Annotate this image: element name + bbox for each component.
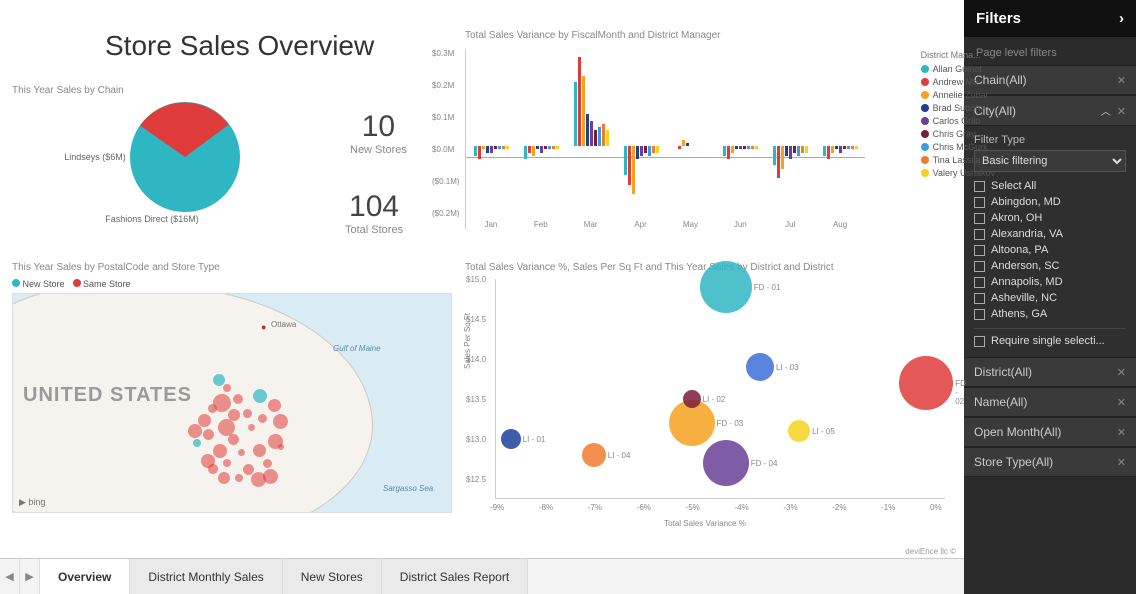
legend-item[interactable]: Andrew Ma	[921, 77, 995, 87]
bar-title: Total Sales Variance by FiscalMonth and …	[465, 30, 935, 41]
bubble-LI-02[interactable]	[683, 390, 701, 408]
legend-item[interactable]: Allan Guinot	[921, 64, 995, 74]
scatter-plot-area: $15.0$14.5$14.0$13.5$13.0$12.5-9%-8%-7%-…	[495, 279, 945, 499]
map-card[interactable]: This Year Sales by PostalCode and Store …	[12, 262, 452, 513]
filter-type-label: Filter Type	[974, 134, 1126, 146]
checkbox[interactable]	[974, 181, 985, 192]
map-water-label: Sargasso Sea	[383, 484, 433, 493]
city-option[interactable]: Anderson, SC	[974, 258, 1126, 274]
legend-title: District Mana...	[921, 50, 995, 60]
pie-svg	[130, 102, 240, 212]
city-option[interactable]: Athens, GA	[974, 306, 1126, 322]
scatter-xlabel: Total Sales Variance %	[465, 519, 945, 528]
clear-icon[interactable]: ✕	[1117, 456, 1126, 469]
city-option[interactable]: Alexandria, VA	[974, 226, 1126, 242]
report-tabs: ◀ ▶ Overview District Monthly Sales New …	[0, 558, 964, 594]
kpi-value: 104	[345, 190, 403, 224]
tab-district-report[interactable]: District Sales Report	[382, 559, 528, 594]
checkbox[interactable]	[974, 197, 985, 208]
kpi-label: Total Stores	[345, 224, 403, 236]
tab-new-stores[interactable]: New Stores	[283, 559, 382, 594]
checkbox[interactable]	[974, 277, 985, 288]
map-attribution: bing	[28, 497, 45, 507]
bubble-FD-04[interactable]	[703, 440, 749, 486]
filter-district[interactable]: District(All) ✕	[964, 357, 1136, 387]
clear-icon[interactable]: ✕	[1117, 366, 1126, 379]
filter-store-type[interactable]: Store Type(All) ✕	[964, 447, 1136, 477]
map-legend: New Store Same Store	[12, 279, 452, 289]
scatter-card[interactable]: Total Sales Variance %, Sales Per Sq Ft …	[465, 262, 945, 528]
city-option[interactable]: Altoona, PA	[974, 242, 1126, 258]
bubble-FD-01[interactable]	[700, 261, 752, 313]
kpi-label: New Stores	[350, 144, 407, 156]
legend-item[interactable]: Chris Gray	[921, 129, 995, 139]
legend-item[interactable]: Tina Lassila	[921, 155, 995, 165]
tab-district-monthly[interactable]: District Monthly Sales	[130, 559, 282, 594]
filter-label: Open Month(All)	[974, 425, 1061, 439]
kpi-new-stores: 10 New Stores	[350, 110, 407, 156]
checkbox[interactable]	[974, 336, 985, 347]
bar-legend: District Mana... Allan Guinot Andrew Ma An…	[921, 50, 995, 181]
clear-icon[interactable]: ✕	[1117, 74, 1126, 87]
checkbox[interactable]	[974, 309, 985, 320]
kpi-value: 10	[350, 110, 407, 144]
filters-title: Filters	[976, 10, 1021, 27]
filter-open-month[interactable]: Open Month(All) ✕	[964, 417, 1136, 447]
legend-item[interactable]: Annelie Zubar	[921, 90, 995, 100]
map-water-label: Gulf of Maine	[333, 344, 381, 353]
checkbox[interactable]	[974, 213, 985, 224]
map-country-label: UNITED STATES	[23, 384, 192, 407]
checkbox[interactable]	[974, 293, 985, 304]
footer-credit: deviEnce llc ©	[905, 547, 956, 556]
city-option[interactable]: Abingdon, MD	[974, 194, 1126, 210]
city-option[interactable]: Annapolis, MD	[974, 274, 1126, 290]
bar-chart-card[interactable]: Total Sales Variance by FiscalMonth and …	[465, 30, 935, 229]
filter-label: District(All)	[974, 365, 1032, 379]
filter-name[interactable]: Name(All) ✕	[964, 387, 1136, 417]
legend-item[interactable]: Carlos Grilo	[921, 116, 995, 126]
map-city-label: Ottawa	[271, 320, 296, 329]
legend-item[interactable]: Chris McGurk	[921, 142, 995, 152]
kpi-total-stores: 104 Total Stores	[345, 190, 403, 236]
clear-icon[interactable]: ✕	[1117, 426, 1126, 439]
bubble-LI-04[interactable]	[582, 443, 606, 467]
clear-icon[interactable]: ✕	[1117, 396, 1126, 409]
tab-prev[interactable]: ◀	[0, 559, 20, 594]
bubble-LI-03[interactable]	[746, 353, 774, 381]
map-area[interactable]: ● Ottawa UNITED STATES Gulf of Maine Sar…	[12, 293, 452, 513]
city-option[interactable]: Asheville, NC	[974, 290, 1126, 306]
pie-slice-label: Lindseys ($6M)	[64, 152, 126, 162]
checkbox[interactable]	[974, 245, 985, 256]
pie-slice-label: Fashions Direct ($16M)	[12, 214, 292, 224]
require-single-label: Require single selecti...	[991, 335, 1105, 347]
page-title: Store Sales Overview	[105, 30, 374, 62]
pie-title: This Year Sales by Chain	[12, 85, 292, 96]
filter-label: Store Type(All)	[974, 455, 1053, 469]
checkbox[interactable]	[974, 229, 985, 240]
tab-overview[interactable]: Overview	[40, 559, 130, 594]
filter-label: Name(All)	[974, 395, 1027, 409]
chevron-up-icon[interactable]: ︿	[1101, 107, 1111, 118]
chevron-right-icon[interactable]: ›	[1119, 10, 1124, 27]
bubble-LI-05[interactable]	[788, 420, 810, 442]
clear-icon[interactable]: ✕	[1117, 106, 1126, 118]
bar-plot-area: JanFebMarAprMayJunJulAug $0.3M$0.2M$0.1M…	[465, 49, 865, 229]
bubble-LI-01[interactable]	[501, 429, 521, 449]
city-option[interactable]: Akron, OH	[974, 210, 1126, 226]
bubble-FD-02[interactable]	[899, 356, 953, 410]
checkbox[interactable]	[974, 261, 985, 272]
filters-header[interactable]: Filters ›	[964, 0, 1136, 37]
pie-chart-card[interactable]: This Year Sales by Chain Lindseys ($6M) …	[12, 85, 292, 224]
legend-item[interactable]: Valery Ushakov	[921, 168, 995, 178]
legend-item[interactable]: Brad Sutton	[921, 103, 995, 113]
map-title: This Year Sales by PostalCode and Store …	[12, 262, 452, 273]
filter-type-select[interactable]: Basic filtering	[974, 150, 1126, 172]
tab-next[interactable]: ▶	[20, 559, 40, 594]
city-option[interactable]: Select All	[974, 178, 1126, 194]
